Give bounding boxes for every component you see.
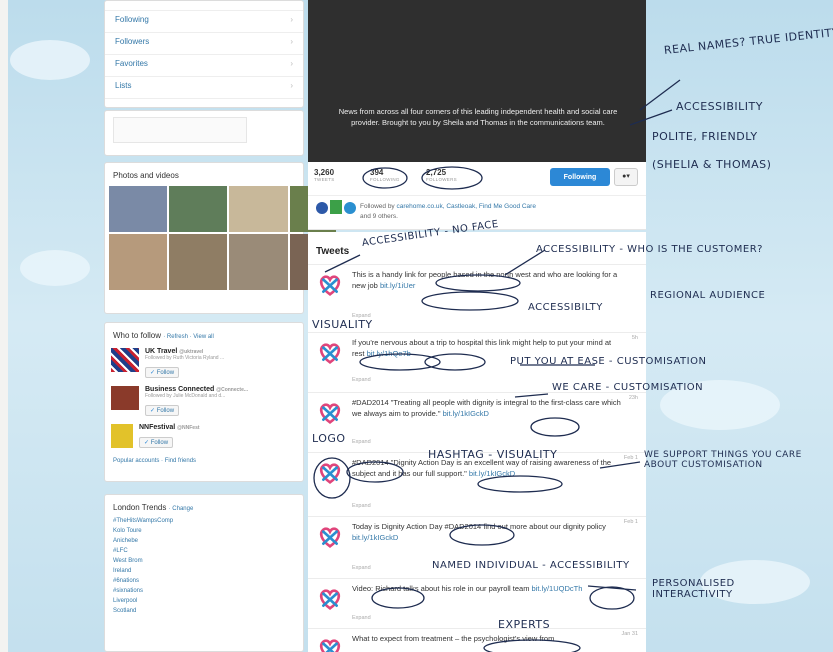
ink-line [599, 461, 641, 469]
annotation-who-customer: ACCESSIBILITY - WHO IS THE CUSTOMER? [536, 244, 763, 255]
ink-circle [435, 274, 521, 292]
annotation-regional: REGIONAL AUDIENCE [650, 290, 766, 301]
ink-circle [477, 475, 563, 493]
annotation-personalised: PERSONALISED INTERACTIVITY [652, 578, 735, 600]
ink-circle [362, 167, 408, 189]
annotation-accessibility: ACCESSIBILITY [676, 100, 763, 113]
ink-line [514, 393, 549, 398]
ink-circle [371, 587, 425, 609]
ink-circle [421, 166, 483, 190]
annotation-visuality: VISUALITY [312, 318, 373, 331]
ink-circle [483, 639, 581, 652]
annotation-logo: LOGO [312, 432, 346, 445]
annotation-put-you-at-ease: PUT YOU AT EASE - CUSTOMISATION [510, 356, 707, 367]
annotation-sheila-thomas: (SHELIA & THOMAS) [652, 158, 772, 171]
ink-circle [359, 353, 441, 371]
ink-circle [313, 457, 351, 499]
ink-circle [530, 417, 580, 437]
ink-circle [424, 353, 486, 371]
annotation-hashtag: HASHTAG - VISUALITY [428, 448, 558, 461]
ink-circle [589, 586, 635, 610]
annotation-accessibilty: ACCESSIBILTY [528, 302, 603, 313]
annotation-we-care: WE CARE - CUSTOMISATION [552, 382, 704, 393]
annotation-we-support: WE SUPPORT THINGS YOU CARE ABOUT CUSTOMI… [644, 450, 802, 470]
annotation-experts: EXPERTS [498, 618, 551, 631]
annotation-polite: POLITE, FRIENDLY [652, 130, 758, 143]
ink-line [324, 254, 361, 273]
ink-circle [449, 524, 515, 546]
ink-circle [421, 291, 519, 311]
ink-line [639, 79, 681, 111]
ink-line [629, 109, 673, 126]
handwritten-markup [313, 79, 681, 652]
ink-circle [346, 461, 404, 483]
annotation-named-individual: NAMED INDIVIDUAL - ACCESSIBILITY [432, 560, 630, 571]
